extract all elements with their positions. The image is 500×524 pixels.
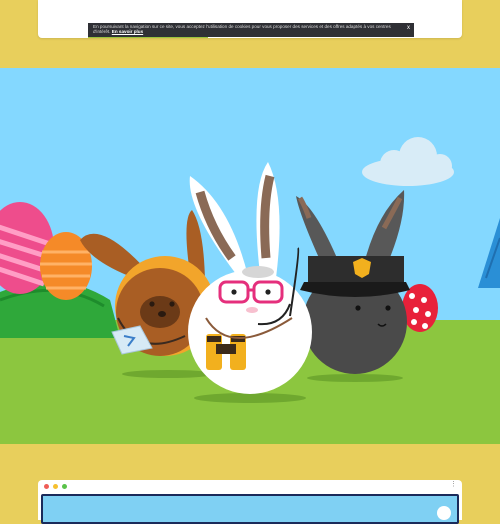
browser-screen — [41, 494, 459, 524]
bottom-browser-preview: ⋮ — [38, 480, 462, 524]
cloud-icon — [362, 137, 454, 186]
close-icon[interactable]: x — [407, 25, 410, 31]
maximize-window-icon[interactable] — [62, 484, 67, 489]
minimize-window-icon[interactable] — [53, 484, 58, 489]
cookie-banner: En poursuivant la navigation sur ce site… — [88, 23, 414, 37]
black-bunny — [296, 190, 410, 374]
tree-icon — [478, 218, 500, 288]
egg-icon — [402, 284, 438, 332]
easter-bunnies-illustration — [0, 68, 500, 444]
white-bunny — [188, 162, 312, 394]
browser-menu-icon[interactable]: ⋮ — [450, 481, 457, 489]
cookie-more-link[interactable]: En savoir plus — [112, 29, 143, 34]
browser-toolbar: ⋮ — [38, 480, 462, 492]
close-window-icon[interactable] — [44, 484, 49, 489]
police-cap-icon — [300, 256, 410, 297]
illustration-svg — [0, 137, 500, 444]
browser-circle — [437, 506, 451, 520]
